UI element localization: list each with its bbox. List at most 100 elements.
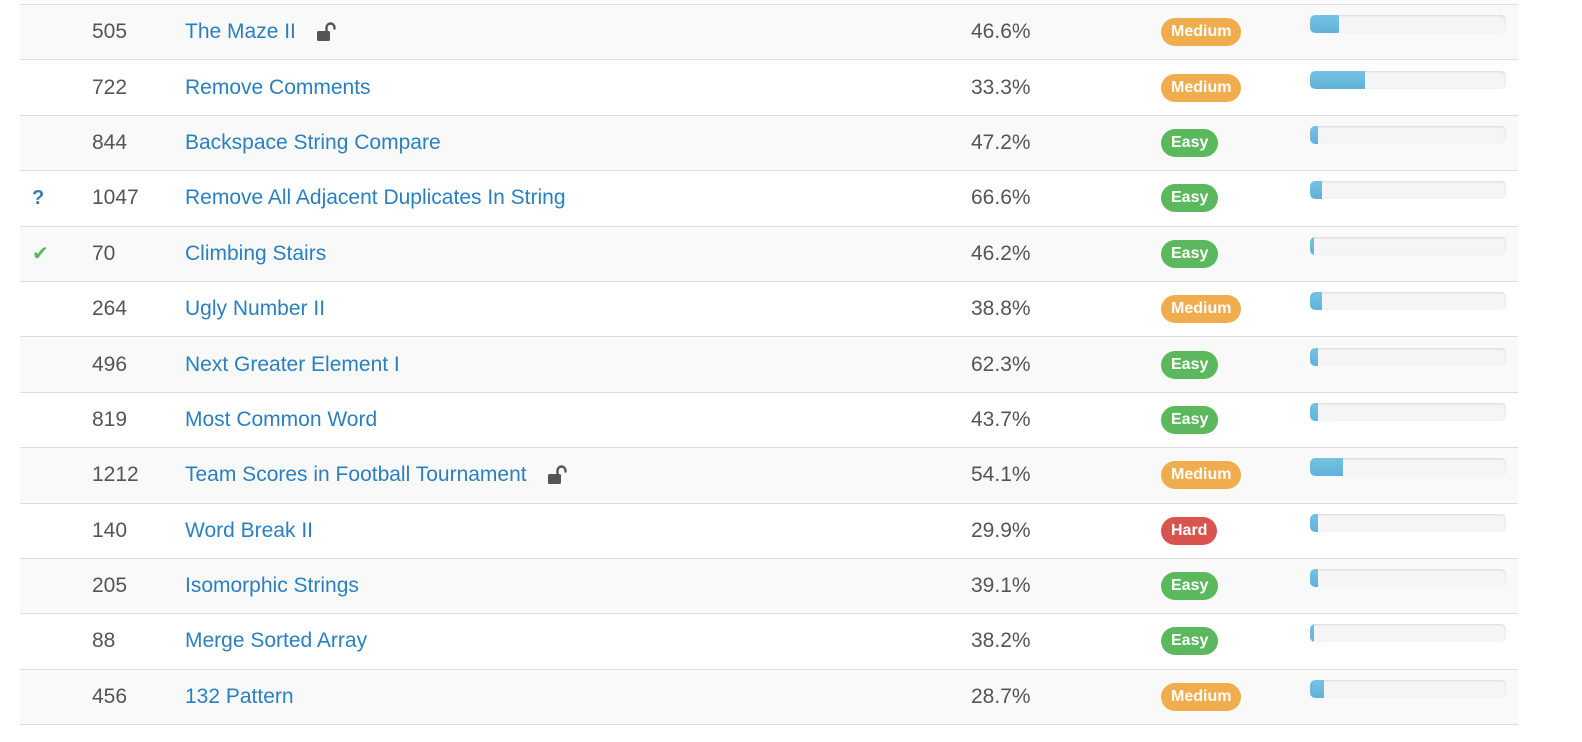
frequency-bar <box>1310 70 1506 89</box>
title-cell: Team Scores in Football Tournament <box>185 448 569 502</box>
difficulty-badge: Easy <box>1161 627 1219 656</box>
frequency-bar-fill <box>1310 402 1318 421</box>
frequency-bar <box>1310 125 1506 144</box>
difficulty-badge: Easy <box>1161 572 1219 601</box>
frequency-bar <box>1310 624 1506 643</box>
difficulty-badge: Easy <box>1161 350 1219 379</box>
table-row[interactable]: 496 Next Greater Element I 62.3% Easy <box>20 337 1518 393</box>
problem-title-link[interactable]: Most Common Word <box>185 408 377 432</box>
frequency-cell <box>1310 282 1506 336</box>
problem-title-link[interactable]: 132 Pattern <box>185 685 294 709</box>
acceptance-rate: 46.6% <box>971 20 1031 44</box>
frequency-bar-fill <box>1310 679 1324 698</box>
acceptance-rate: 62.3% <box>971 352 1031 376</box>
frequency-bar <box>1310 347 1506 366</box>
difficulty-cell: Easy <box>1161 337 1219 391</box>
check-icon: ✔ <box>32 243 49 266</box>
problem-title-link[interactable]: Team Scores in Football Tournament <box>185 463 527 487</box>
difficulty-badge: Easy <box>1161 184 1219 213</box>
acceptance-rate: 66.6% <box>971 186 1031 210</box>
difficulty-badge: Medium <box>1161 295 1242 324</box>
difficulty-cell: Easy <box>1161 614 1219 668</box>
difficulty-badge: Easy <box>1161 405 1219 434</box>
table-row[interactable]: 264 Ugly Number II 38.8% Medium <box>20 281 1518 338</box>
problem-title-link[interactable]: Isomorphic Strings <box>185 574 359 598</box>
title-cell: Remove Comments <box>185 60 371 114</box>
difficulty-cell: Easy <box>1161 227 1219 281</box>
frequency-cell <box>1310 670 1506 724</box>
problem-title-link[interactable]: Next Greater Element I <box>185 353 400 377</box>
acceptance-rate: 39.1% <box>971 574 1031 598</box>
title-cell: Isomorphic Strings <box>185 559 359 613</box>
acceptance-rate: 28.7% <box>971 684 1031 708</box>
frequency-bar-fill <box>1310 70 1365 89</box>
difficulty-cell: Medium <box>1161 282 1242 336</box>
problem-table: 505 The Maze II 46.6% Medium 722 Remove Comme… <box>20 4 1518 726</box>
problem-title-link[interactable]: Merge Sorted Array <box>185 629 367 653</box>
frequency-cell <box>1310 116 1506 170</box>
problem-id: 819 <box>92 407 128 431</box>
table-row[interactable]: 722 Remove Comments 33.3% Medium <box>20 60 1518 116</box>
acceptance-rate: 47.2% <box>971 130 1031 154</box>
difficulty-cell: Hard <box>1161 504 1218 558</box>
problem-title-link[interactable]: Climbing Stairs <box>185 242 326 266</box>
frequency-cell <box>1310 5 1506 59</box>
table-row[interactable]: 140 Word Break II 29.9% Hard <box>20 503 1518 559</box>
frequency-bar-fill <box>1310 458 1344 477</box>
difficulty-cell: Medium <box>1161 60 1242 114</box>
difficulty-cell: Easy <box>1161 116 1219 170</box>
difficulty-badge: Medium <box>1161 682 1242 711</box>
problem-id: 456 <box>92 684 128 708</box>
difficulty-cell: Easy <box>1161 171 1219 225</box>
frequency-bar-fill <box>1310 181 1322 200</box>
frequency-bar <box>1310 15 1506 34</box>
problem-id: 264 <box>92 297 128 321</box>
problem-title-link[interactable]: Backspace String Compare <box>185 131 441 155</box>
problem-title-link[interactable]: Remove Comments <box>185 76 371 100</box>
question-mark-icon: ? <box>32 186 45 209</box>
frequency-bar <box>1310 236 1506 255</box>
table-row[interactable]: 88 Merge Sorted Array 38.2% Easy <box>20 614 1518 670</box>
acceptance-rate: 29.9% <box>971 518 1031 542</box>
frequency-bar-fill <box>1310 15 1340 34</box>
problem-id: 722 <box>92 75 128 99</box>
frequency-bar <box>1310 292 1506 311</box>
frequency-bar <box>1310 569 1506 588</box>
frequency-bar <box>1310 181 1506 200</box>
problem-title-link[interactable]: The Maze II <box>185 20 296 44</box>
frequency-bar-fill <box>1310 292 1322 311</box>
title-cell: Next Greater Element I <box>185 337 400 391</box>
table-row[interactable]: 205 Isomorphic Strings 39.1% Easy <box>20 558 1518 615</box>
difficulty-cell: Medium <box>1161 448 1242 502</box>
difficulty-badge: Medium <box>1161 73 1242 102</box>
frequency-cell <box>1310 171 1506 225</box>
problem-id: 88 <box>92 629 116 653</box>
table-row[interactable]: 819 Most Common Word 43.7% Easy <box>20 392 1518 449</box>
title-cell: Backspace String Compare <box>185 116 441 170</box>
title-cell: 132 Pattern <box>185 670 294 724</box>
table-row[interactable]: 456 132 Pattern 28.7% Medium <box>20 669 1518 726</box>
problem-id: 844 <box>92 130 128 154</box>
problem-title-link[interactable]: Remove All Adjacent Duplicates In String <box>185 186 566 210</box>
problem-title-link[interactable]: Ugly Number II <box>185 297 325 321</box>
difficulty-badge: Medium <box>1161 18 1242 47</box>
difficulty-badge: Hard <box>1161 516 1218 545</box>
table-row[interactable]: 844 Backspace String Compare 47.2% Easy <box>20 115 1518 172</box>
difficulty-badge: Easy <box>1161 239 1219 268</box>
frequency-cell <box>1310 227 1506 281</box>
problem-id: 205 <box>92 574 128 598</box>
table-row[interactable]: ✔ 70 Climbing Stairs 46.2% Easy <box>20 226 1518 282</box>
unlock-icon <box>316 22 338 42</box>
title-cell: Most Common Word <box>185 393 377 447</box>
problem-title-link[interactable]: Word Break II <box>185 519 313 543</box>
acceptance-rate: 46.2% <box>971 241 1031 265</box>
table-row[interactable]: 505 The Maze II 46.6% Medium <box>20 5 1518 61</box>
title-cell: Remove All Adjacent Duplicates In String <box>185 171 566 225</box>
difficulty-cell: Medium <box>1161 670 1242 724</box>
difficulty-badge: Easy <box>1161 128 1219 157</box>
frequency-cell <box>1310 504 1506 558</box>
frequency-cell <box>1310 393 1506 447</box>
table-row[interactable]: 1212 Team Scores in Football Tournament 54… <box>20 448 1518 504</box>
frequency-bar <box>1310 513 1506 532</box>
table-row[interactable]: ? 1047 Remove All Adjacent Duplicates In S… <box>20 171 1518 227</box>
